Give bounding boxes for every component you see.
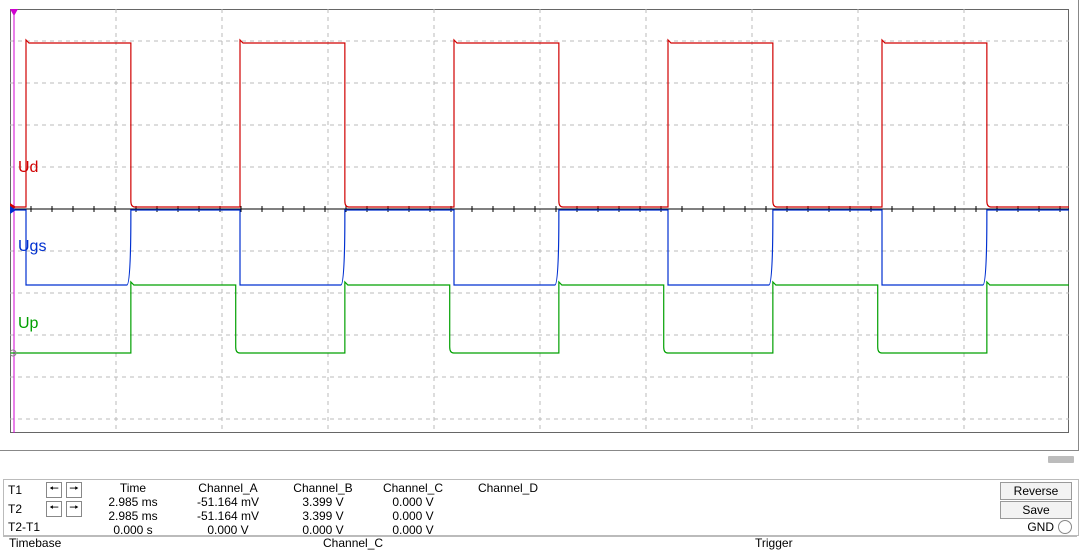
cell: -51.164 mV	[178, 495, 278, 509]
cursor-label-diff: T2-T1	[8, 520, 42, 534]
scope-area[interactable]: Ud Ugs Up	[10, 9, 1069, 433]
cursor-row-diff: T2-T1	[8, 520, 42, 534]
gnd-label: GND	[1027, 520, 1054, 534]
col-header: Channel_B	[278, 481, 368, 495]
cell	[458, 508, 558, 521]
col-header: Channel_A	[178, 481, 278, 495]
group-timebase: Timebase	[9, 536, 61, 550]
cell: 2.985 ms	[88, 509, 178, 523]
cursor-panel: T1 🠔 🠖 T2 🠔 🠖 T2-T1 Time2.985 ms2.985 ms…	[3, 479, 1079, 536]
cell	[458, 522, 558, 535]
cell: -51.164 mV	[178, 509, 278, 523]
gnd-toggle[interactable]: GND	[1027, 520, 1072, 534]
col-header: Channel_C	[368, 481, 458, 495]
col-header: Time	[88, 481, 178, 495]
cursor-label-t2: T2	[8, 502, 42, 516]
t2-right-button[interactable]: 🠖	[66, 501, 82, 517]
col-header: Channel_D	[458, 481, 558, 495]
cursor-label-t1: T1	[8, 483, 42, 497]
cursor-controls: T1 🠔 🠖 T2 🠔 🠖 T2-T1	[4, 480, 88, 535]
scope-frame: Ud Ugs Up	[0, 0, 1079, 451]
cursor-row-t2: T2 🠔 🠖	[8, 501, 82, 517]
cell: 0.000 V	[368, 509, 458, 523]
col-channel_c: Channel_C0.000 V0.000 V0.000 V	[368, 481, 458, 535]
cell: 0.000 V	[368, 523, 458, 537]
panel-resize-handle[interactable]	[1048, 456, 1074, 463]
cell: 3.399 V	[278, 509, 368, 523]
t1-right-button[interactable]: 🠖	[66, 482, 82, 498]
save-button[interactable]: Save	[1000, 501, 1072, 519]
reverse-button[interactable]: Reverse	[1000, 482, 1072, 500]
group-channel-c: Channel_C	[323, 536, 383, 550]
waveform-canvas	[10, 9, 1069, 433]
gnd-radio-icon	[1058, 520, 1072, 534]
cursor-data-table: Time2.985 ms2.985 ms0.000 sChannel_A-51.…	[88, 480, 558, 535]
col-channel_a: Channel_A-51.164 mV-51.164 mV0.000 V	[178, 481, 278, 535]
t2-left-button[interactable]: 🠔	[46, 501, 62, 517]
col-channel_b: Channel_B3.399 V3.399 V0.000 V	[278, 481, 368, 535]
cell: 2.985 ms	[88, 495, 178, 509]
col-channel_d: Channel_D	[458, 481, 558, 535]
oscilloscope-window: Ud Ugs Up T1 🠔 🠖 T2 🠔 🠖 T2-T1 Time2.985 …	[0, 0, 1080, 539]
t1-left-button[interactable]: 🠔	[46, 482, 62, 498]
cell	[458, 495, 558, 508]
right-buttons: Reverse Save GND	[994, 480, 1078, 535]
group-trigger: Trigger	[755, 536, 793, 550]
cell: 0.000 V	[278, 523, 368, 537]
col-time: Time2.985 ms2.985 ms0.000 s	[88, 481, 178, 535]
cursor-row-t1: T1 🠔 🠖	[8, 482, 82, 498]
cell: 3.399 V	[278, 495, 368, 509]
cell: 0.000 V	[178, 523, 278, 537]
cell: 0.000 V	[368, 495, 458, 509]
cell: 0.000 s	[88, 523, 178, 537]
